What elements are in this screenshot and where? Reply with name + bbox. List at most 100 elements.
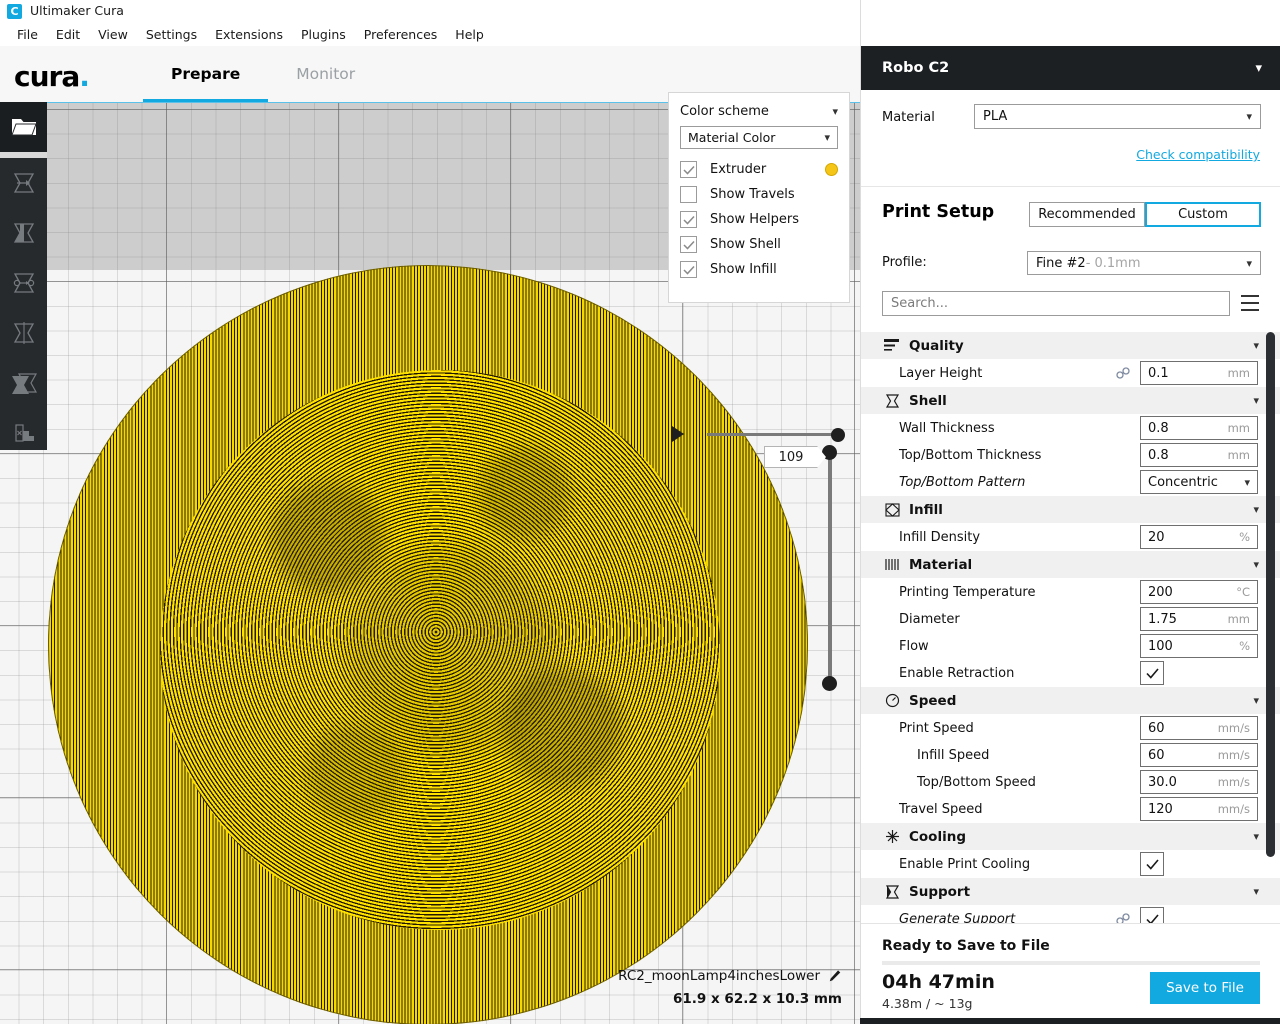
unit-text: % bbox=[1239, 530, 1250, 544]
mode-custom-button[interactable]: Custom bbox=[1145, 202, 1261, 227]
setting-checkbox[interactable] bbox=[1140, 852, 1164, 876]
menu-item-view[interactable]: View bbox=[89, 24, 137, 45]
setting-value-input[interactable]: 0.8 mm bbox=[1140, 416, 1258, 440]
setting-row-travel-speed[interactable]: Travel Speed 120 mm/s bbox=[861, 796, 1280, 823]
slider-track bbox=[707, 433, 838, 436]
profile-dropdown[interactable]: Fine #2 - 0.1mm ▾ bbox=[1027, 251, 1261, 275]
setting-checkbox[interactable] bbox=[1140, 661, 1164, 685]
setting-row-top-bottom-thickness[interactable]: Top/Bottom Thickness 0.8 mm bbox=[861, 442, 1280, 469]
setting-checkbox[interactable] bbox=[1140, 907, 1164, 924]
setting-value-dropdown[interactable]: Concentric ▾ bbox=[1140, 470, 1258, 494]
tab-prepare[interactable]: Prepare bbox=[143, 46, 269, 102]
color-scheme-header[interactable]: Color scheme ▾ bbox=[680, 104, 838, 119]
settings-group-support[interactable]: Support ▾ bbox=[861, 878, 1280, 906]
menu-item-file[interactable]: File bbox=[8, 24, 47, 45]
setting-row-infill-density[interactable]: Infill Density 20% bbox=[861, 524, 1280, 551]
chevron-down-icon: ▾ bbox=[1253, 339, 1259, 352]
printer-selector[interactable]: Robo C2 ▾ bbox=[861, 46, 1280, 90]
setting-row-printing-temperature[interactable]: Printing Temperature 200 °C bbox=[861, 579, 1280, 606]
settings-group-shell[interactable]: Shell ▾ bbox=[861, 387, 1280, 415]
material-dropdown[interactable]: PLA ▾ bbox=[974, 104, 1261, 129]
link-icon[interactable] bbox=[1116, 367, 1130, 380]
setting-value-input[interactable]: 20% bbox=[1140, 525, 1258, 549]
group-label: Material bbox=[909, 556, 973, 573]
group-label: Cooling bbox=[909, 828, 966, 845]
mirror-tool-icon[interactable] bbox=[0, 308, 47, 358]
checkbox-show-travels[interactable] bbox=[680, 186, 697, 203]
setting-row-print-speed[interactable]: Print Speed 60 mm/s bbox=[861, 715, 1280, 742]
setting-row-top-bottom-speed[interactable]: Top/Bottom Speed 30.0 mm/s bbox=[861, 769, 1280, 796]
settings-group-speed[interactable]: Speed ▾ bbox=[861, 687, 1280, 715]
setting-row-infill-speed[interactable]: Infill Speed 60 mm/s bbox=[861, 742, 1280, 769]
checkbox-row-show-shell[interactable]: Show Shell bbox=[680, 234, 838, 255]
menu-item-plugins[interactable]: Plugins bbox=[292, 24, 355, 45]
settings-group-quality[interactable]: Quality ▾ bbox=[861, 332, 1280, 360]
menu-item-extensions[interactable]: Extensions bbox=[206, 24, 292, 45]
pencil-icon[interactable] bbox=[828, 969, 842, 983]
settings-list[interactable]: Quality ▾ Layer Height 0.1 mm Shell ▾ Wal… bbox=[861, 332, 1280, 924]
play-icon[interactable] bbox=[672, 426, 684, 442]
tab-monitor[interactable]: Monitor bbox=[268, 46, 383, 102]
setting-value-input[interactable]: 30.0 mm/s bbox=[1140, 770, 1258, 794]
checkbox-extruder[interactable] bbox=[680, 161, 697, 178]
setting-value-input[interactable]: 0.1 mm bbox=[1140, 361, 1258, 385]
setting-row-flow[interactable]: Flow 100% bbox=[861, 633, 1280, 660]
slider-handle-lower[interactable] bbox=[822, 676, 837, 691]
open-file-icon[interactable] bbox=[0, 102, 47, 152]
setting-value-input[interactable]: 60 mm/s bbox=[1140, 716, 1258, 740]
setting-row-enable-print-cooling[interactable]: Enable Print Cooling bbox=[861, 851, 1280, 878]
layer-number-badge[interactable]: 109 bbox=[764, 446, 826, 468]
group-label: Quality bbox=[909, 337, 964, 354]
horizontal-layer-slider[interactable] bbox=[707, 428, 845, 442]
sliced-model[interactable] bbox=[48, 260, 838, 1024]
search-input[interactable]: Search... bbox=[882, 291, 1230, 316]
setting-value-input[interactable]: 0.8 mm bbox=[1140, 443, 1258, 467]
setting-value-input[interactable]: 120 mm/s bbox=[1140, 797, 1258, 821]
checkbox-show-shell[interactable] bbox=[680, 236, 697, 253]
save-to-file-button[interactable]: Save to File bbox=[1150, 972, 1260, 1004]
checkbox-show-infill[interactable] bbox=[680, 261, 697, 278]
mode-recommended-button[interactable]: Recommended bbox=[1029, 202, 1145, 227]
setting-row-enable-retraction[interactable]: Enable Retraction bbox=[861, 660, 1280, 687]
menu-item-help[interactable]: Help bbox=[446, 24, 493, 45]
setting-row-diameter[interactable]: Diameter 1.75 mm bbox=[861, 606, 1280, 633]
checkbox-row-show-infill[interactable]: Show Infill bbox=[680, 259, 838, 280]
chevron-down-icon: ▾ bbox=[1255, 60, 1262, 76]
unit-text: mm/s bbox=[1217, 748, 1250, 762]
checkbox-row-show-travels[interactable]: Show Travels bbox=[680, 184, 838, 205]
color-scheme-dropdown[interactable]: Material Color ▾ bbox=[680, 126, 838, 149]
support-blocker-icon[interactable] bbox=[0, 408, 47, 458]
setting-row-top-bottom-pattern[interactable]: Top/Bottom Pattern Concentric ▾ bbox=[861, 469, 1280, 496]
move-tool-icon[interactable] bbox=[0, 158, 47, 208]
setting-value-input[interactable]: 60 mm/s bbox=[1140, 743, 1258, 767]
settings-group-infill[interactable]: Infill ▾ bbox=[861, 496, 1280, 524]
model-name-label: RC2_moonLamp4inchesLower bbox=[618, 968, 842, 984]
unit-text: % bbox=[1239, 639, 1250, 653]
per-model-settings-icon[interactable] bbox=[0, 358, 47, 408]
setting-value-input[interactable]: 1.75 mm bbox=[1140, 607, 1258, 631]
progress-bar bbox=[882, 961, 1260, 965]
hamburger-menu-icon[interactable] bbox=[1241, 295, 1259, 311]
rotate-tool-icon[interactable] bbox=[0, 258, 47, 308]
checkbox-row-extruder[interactable]: Extruder bbox=[680, 159, 838, 180]
setting-row-wall-thickness[interactable]: Wall Thickness 0.8 mm bbox=[861, 415, 1280, 442]
menu-item-edit[interactable]: Edit bbox=[47, 24, 89, 45]
checkbox-row-show-helpers[interactable]: Show Helpers bbox=[680, 209, 838, 230]
menu-item-preferences[interactable]: Preferences bbox=[355, 24, 447, 45]
setting-value-input[interactable]: 100% bbox=[1140, 634, 1258, 658]
vertical-layer-slider[interactable] bbox=[822, 445, 838, 691]
setting-row-layer-height[interactable]: Layer Height 0.1 mm bbox=[861, 360, 1280, 387]
checkbox-show-helpers[interactable] bbox=[680, 211, 697, 228]
settings-group-cooling[interactable]: Cooling ▾ bbox=[861, 823, 1280, 851]
checkbox-label-extruder: Extruder bbox=[710, 162, 767, 177]
check-compatibility-link[interactable]: Check compatibility bbox=[1136, 147, 1260, 162]
settings-group-material[interactable]: Material ▾ bbox=[861, 551, 1280, 579]
scale-tool-icon[interactable] bbox=[0, 208, 47, 258]
setting-value-input[interactable]: 200 °C bbox=[1140, 580, 1258, 604]
setting-row-generate-support[interactable]: Generate Support bbox=[861, 906, 1280, 924]
settings-scrollbar[interactable] bbox=[1266, 332, 1275, 857]
group-label: Infill bbox=[909, 501, 943, 518]
material-section: Material PLA ▾ Check compatibility bbox=[861, 90, 1280, 187]
slider-handle[interactable] bbox=[831, 428, 845, 442]
menu-item-settings[interactable]: Settings bbox=[137, 24, 206, 45]
